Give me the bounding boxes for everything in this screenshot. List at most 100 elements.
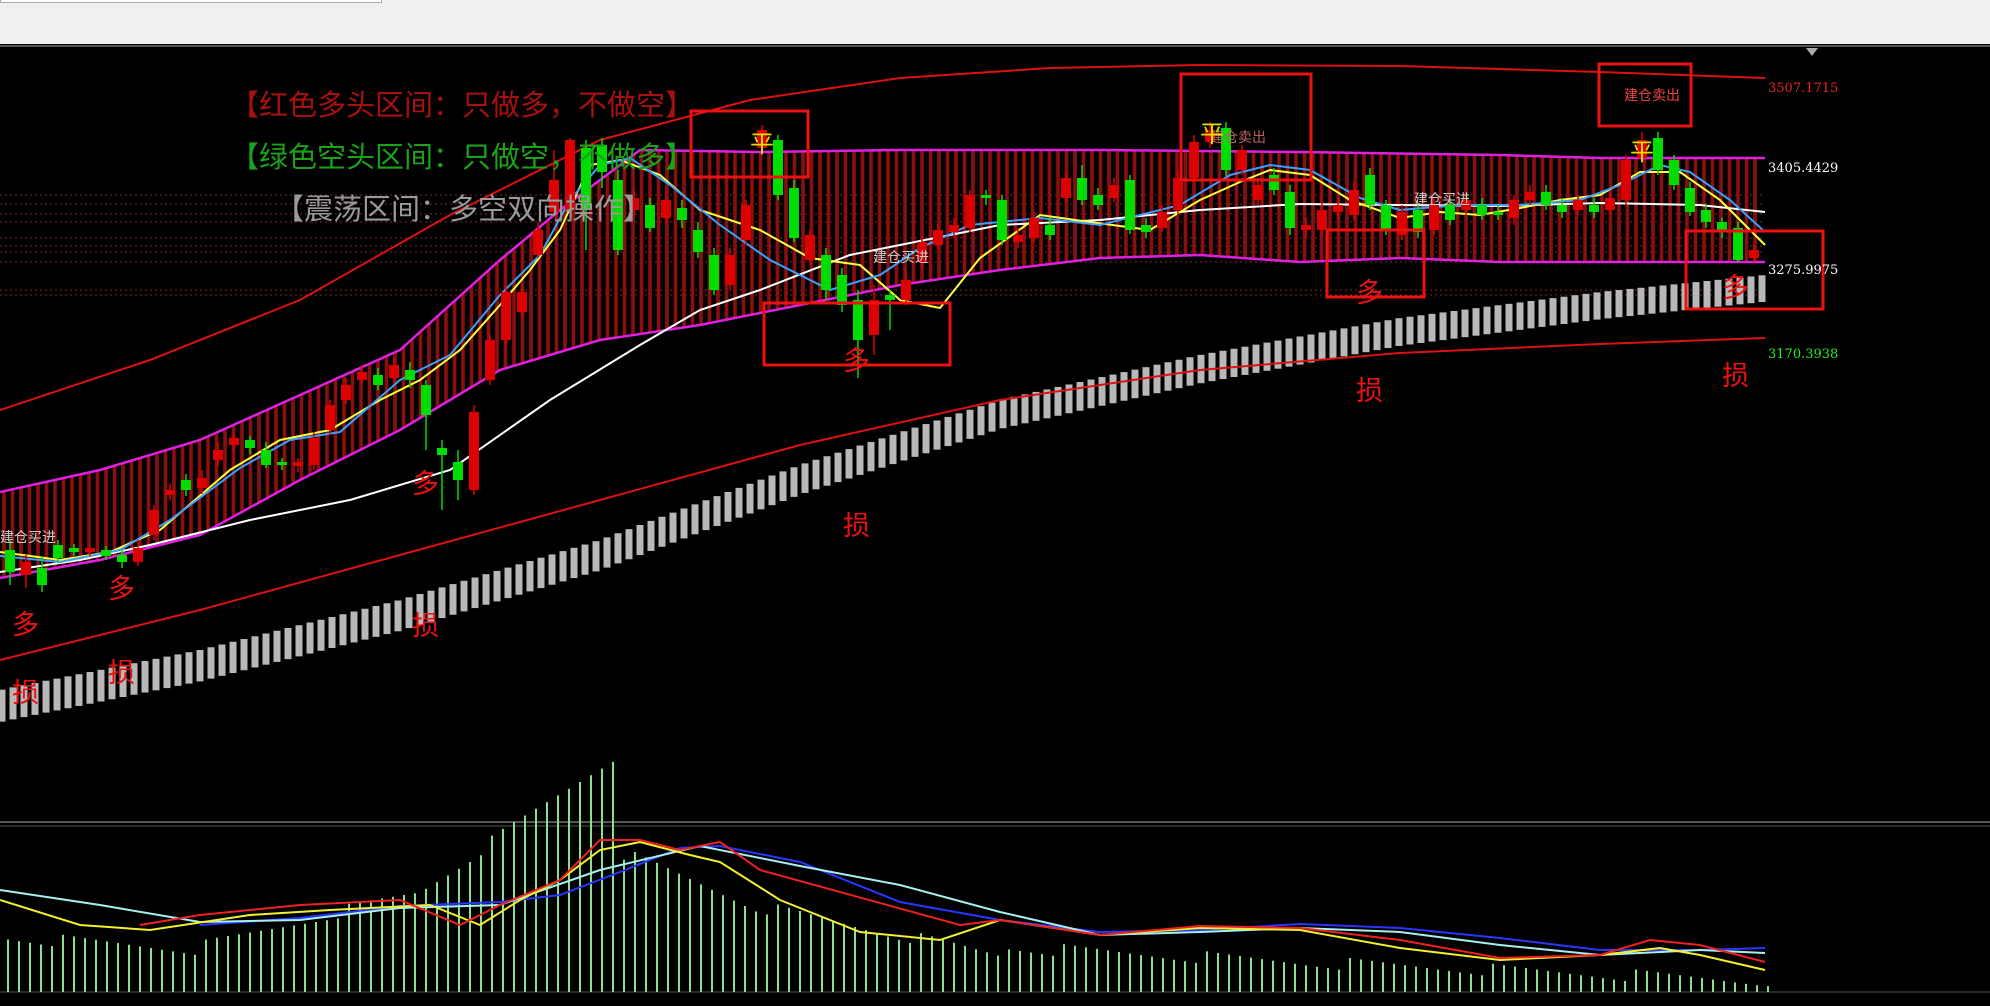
candle-body [661, 200, 671, 218]
long-marker: 多 [843, 346, 870, 377]
flat-marker: 平 [1200, 120, 1224, 148]
candle-body [1173, 178, 1183, 210]
candle-body [1077, 178, 1087, 200]
flat-marker: 平 [750, 130, 774, 158]
candle-body [1557, 205, 1567, 212]
open-buy-label: 建仓买进 [873, 250, 929, 266]
candle-body [117, 555, 127, 562]
candle-body [1333, 205, 1343, 212]
long-marker: 多 [12, 610, 39, 641]
candle-body [1317, 210, 1327, 230]
candle-body [53, 545, 63, 558]
flat-marker: 平 [1630, 138, 1654, 166]
candle-body [261, 450, 271, 465]
price-tick-label: 3405.4429 [1768, 161, 1838, 176]
candle-body [1093, 195, 1103, 205]
candle-body [805, 235, 815, 260]
candle-body [1493, 212, 1503, 215]
candle-body [197, 478, 207, 488]
open-buy-label: 建仓买进 [0, 530, 56, 546]
candle-body [693, 230, 703, 252]
candle-body [341, 385, 351, 400]
candle-body [533, 230, 543, 255]
candle-body [1013, 235, 1023, 242]
candle-body [1573, 200, 1583, 210]
candle-body [1509, 200, 1519, 218]
candle-body [997, 200, 1007, 240]
long-marker: 多 [108, 574, 135, 605]
candle-body [1733, 228, 1743, 260]
candle-body [245, 440, 255, 448]
candle-body [437, 448, 447, 455]
candle-body [1397, 212, 1407, 235]
candle-body [725, 255, 735, 285]
candle-body [869, 300, 879, 335]
stop-loss-marker: 损 [108, 658, 135, 689]
price-tick-label: 3275.9975 [1768, 263, 1838, 278]
stop-loss-marker: 损 [843, 511, 870, 542]
open-sell-label: 建仓卖出 [1624, 88, 1680, 104]
candle-body [293, 462, 303, 466]
candle-body [21, 562, 31, 575]
candle-body [69, 548, 79, 552]
candle-body [389, 365, 399, 378]
candle-body [1285, 192, 1295, 228]
candle-body [1109, 185, 1119, 198]
candle-body [1685, 188, 1695, 212]
candle-body [709, 255, 719, 290]
candle-body [469, 412, 479, 490]
price-tick-label: 3507.1715 [1768, 81, 1838, 96]
candle-body [1141, 225, 1151, 232]
candle-body [229, 438, 239, 445]
stop-loss-marker: 损 [12, 678, 39, 709]
candle-body [1237, 150, 1247, 170]
candle-body [405, 370, 415, 380]
candle-body [981, 195, 991, 198]
candle-body [1477, 205, 1487, 215]
candle-body [1253, 185, 1263, 200]
candle-body [1365, 175, 1375, 205]
stop-loss-marker: 损 [1722, 361, 1749, 392]
candle-body [101, 550, 111, 556]
candle-body [885, 295, 895, 300]
candle-body [1381, 205, 1391, 230]
candle-body [1701, 210, 1711, 222]
candle-body [501, 292, 511, 340]
candle-body [1157, 212, 1167, 228]
candle-body [373, 375, 383, 385]
candle-body [85, 548, 95, 552]
candle-body [853, 300, 863, 340]
long-marker: 多 [1356, 278, 1383, 309]
candle-body [1189, 142, 1199, 178]
candle-body [421, 385, 431, 415]
candle-body [949, 225, 959, 232]
candle-body [517, 292, 527, 312]
legend-green-zone: 【绿色空头区间：只做空，不做多】 [230, 140, 695, 174]
candle-body [1301, 225, 1311, 230]
legend-range-zone: 【震荡区间：多空双向操作】 [275, 192, 653, 226]
candle-body [1029, 218, 1039, 238]
candle-body [901, 280, 911, 300]
candle-body [1429, 205, 1439, 230]
candle-body [165, 490, 175, 495]
price-tick-label: 3170.3938 [1768, 347, 1838, 362]
candle-body [5, 550, 15, 572]
candle-body [149, 510, 159, 535]
candle-body [1589, 205, 1599, 212]
candle-body [357, 372, 367, 380]
candle-body [1541, 192, 1551, 205]
candle-body [181, 480, 191, 490]
candle-body [1653, 138, 1663, 170]
candle-body [741, 205, 751, 240]
candle-body [1045, 225, 1055, 235]
candle-body [309, 438, 319, 465]
candle-body [789, 188, 799, 238]
candle-body [1061, 178, 1071, 198]
candle-body [965, 195, 975, 228]
stop-loss-marker: 损 [412, 611, 439, 642]
candle-body [1349, 190, 1359, 215]
candle-body [485, 340, 495, 380]
candle-body [677, 208, 687, 220]
candle-body [933, 230, 943, 245]
candle-body [1125, 180, 1135, 230]
